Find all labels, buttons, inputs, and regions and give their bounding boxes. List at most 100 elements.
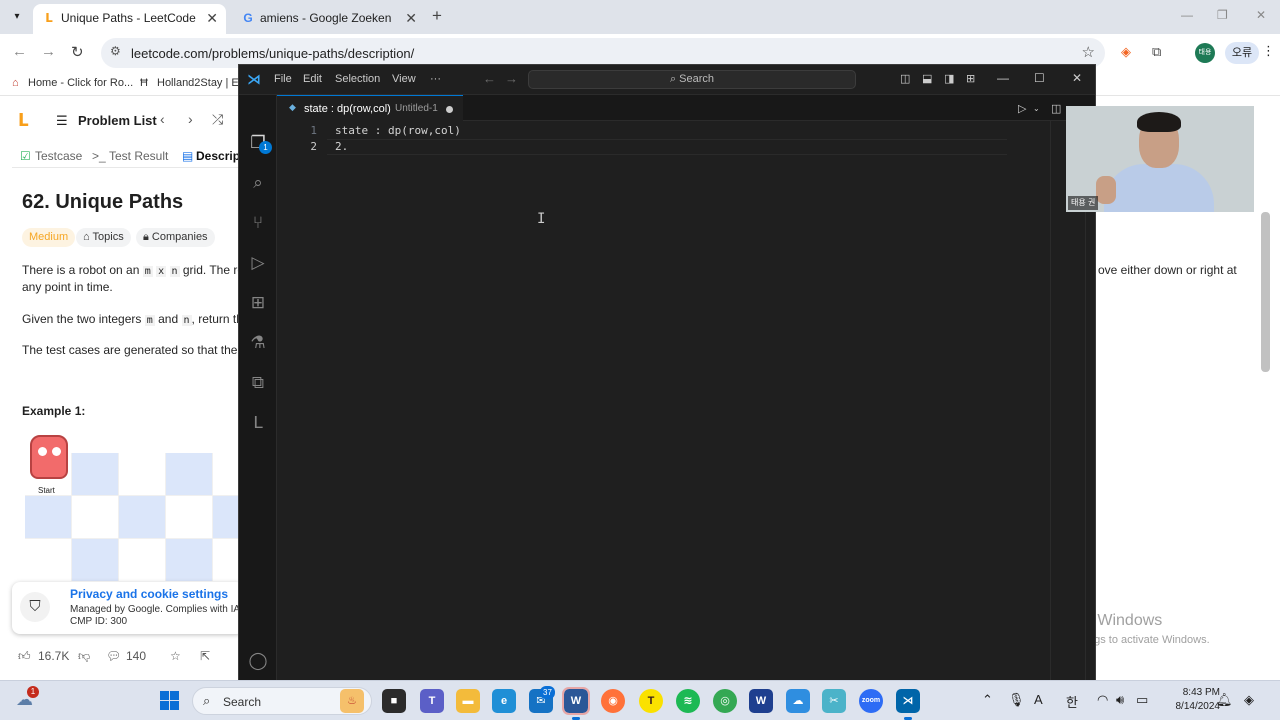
testing-icon[interactable]: ⚗ [246, 331, 270, 355]
spotify-icon[interactable]: ≋ [676, 689, 700, 713]
edge-icon[interactable]: e [492, 689, 516, 713]
ime-mode[interactable]: A [1034, 692, 1043, 707]
vscode-close-icon[interactable]: ✕ [1072, 71, 1082, 85]
snipping-tool-icon[interactable]: ✂ [822, 689, 846, 713]
volume-icon[interactable]: 🔊︎ [1116, 692, 1124, 708]
editor-tab-untitled[interactable]: ◆ state : dp(row,col) Untitled-1 [277, 95, 463, 121]
leetcode-logo-icon[interactable]: ᒪ [18, 111, 29, 131]
command-center-search[interactable]: ⌕ Search [528, 70, 856, 89]
prev-problem-icon[interactable]: ‹ [160, 111, 165, 127]
run-code-icon[interactable]: ▷ [1018, 102, 1026, 115]
widget-app-icon[interactable]: ♨ [340, 689, 364, 713]
extensions-icon[interactable]: ⊞ [246, 291, 270, 315]
nav-forward-icon[interactable]: → [505, 71, 518, 86]
minimize-icon[interactable]: — [1181, 8, 1193, 22]
close-window-icon[interactable]: ✕ [1256, 8, 1266, 22]
tray-overflow-icon[interactable]: ⌃ [982, 692, 993, 708]
shuffle-icon[interactable]: ⤮ [212, 111, 223, 128]
topics-chip[interactable]: ⌂ Topics [76, 228, 131, 247]
word-icon[interactable]: W [562, 687, 590, 720]
menu-selection[interactable]: Selection [335, 73, 380, 85]
battery-icon[interactable]: ▭ [1136, 692, 1148, 708]
chrome-icon[interactable]: ◎ [713, 689, 737, 713]
toggle-secondary-sidebar-icon[interactable]: ◨ [944, 72, 954, 85]
split-editor-icon[interactable]: ◫ [1051, 102, 1061, 115]
account-icon[interactable]: ◯ [246, 649, 270, 673]
microphone-icon[interactable]: 🎙︎ [1008, 692, 1025, 708]
vscode-taskbar-icon[interactable]: ⋊ [896, 689, 920, 720]
forward-icon[interactable]: → [41, 43, 56, 60]
like-icon[interactable]: 👍︎ [18, 649, 31, 664]
dislike-icon[interactable]: 👎︎ [78, 649, 90, 664]
toggle-sidebar-icon[interactable]: ◫ [900, 72, 910, 85]
source-control-icon[interactable]: ⑂ [246, 211, 270, 235]
favorite-star-icon[interactable]: ☆ [170, 649, 181, 663]
share-icon[interactable]: ⇱ [200, 649, 210, 663]
bookmark-item[interactable]: Home - Click for Ro... [28, 77, 133, 89]
toggle-panel-icon[interactable]: ⬓ [922, 72, 932, 85]
zoom-icon[interactable]: zoom [859, 689, 883, 713]
profile-avatar[interactable]: 태용 [1195, 43, 1215, 63]
extensions-puzzle-icon[interactable]: ⧉ [1152, 44, 1161, 60]
bookmark-item[interactable]: Holland2Stay | Eve [157, 77, 250, 89]
page-scrollbar[interactable] [1261, 212, 1270, 372]
firefox-icon[interactable]: ◉ [601, 689, 625, 713]
menu-more[interactable]: ··· [430, 73, 441, 85]
browser-menu-icon[interactable]: ⋮ [1262, 43, 1275, 59]
difficulty-badge: Medium [22, 228, 76, 247]
taskbar-clock[interactable]: 8:43 PM 8/14/2024 [1156, 686, 1221, 714]
file-explorer-icon[interactable]: ▬ [456, 689, 480, 713]
unsaved-dot-icon[interactable] [446, 106, 453, 113]
menu-edit[interactable]: Edit [303, 73, 322, 85]
leetcode-extension-icon[interactable]: ᒪ [246, 411, 270, 435]
tab-google[interactable]: G amiens - Google Zoeken ✕ [232, 4, 425, 34]
run-debug-icon[interactable]: ▷ [246, 251, 270, 275]
nav-back-icon[interactable]: ← [483, 71, 496, 86]
copilot-icon[interactable]: ◈ [1244, 692, 1254, 708]
reload-icon[interactable]: ↻ [71, 43, 84, 61]
menu-view[interactable]: View [392, 73, 416, 85]
menu-file[interactable]: File [274, 73, 292, 85]
code-editor[interactable]: 1 state : dp(row,col) 2 2. I [277, 121, 1095, 681]
site-info-icon[interactable]: ⚙ [110, 44, 121, 58]
ime-hangul[interactable]: 한 [1066, 692, 1078, 711]
tab-close-icon[interactable]: ✕ [206, 4, 218, 32]
vscode-minimize-icon[interactable]: — [997, 71, 1009, 85]
code-line[interactable]: 2. [335, 140, 348, 153]
tab-description[interactable]: Descript [196, 149, 244, 163]
problem-list-link[interactable]: Problem List [78, 113, 157, 128]
next-problem-icon[interactable]: › [188, 111, 193, 127]
vscode-maximize-icon[interactable]: ☐ [1034, 71, 1045, 85]
run-dropdown-icon[interactable]: ⌄ [1033, 104, 1040, 113]
vscode-titlebar: ⋊ File Edit Selection View ··· ← → ⌕ Sea… [239, 65, 1095, 95]
back-icon[interactable]: ← [12, 43, 27, 60]
profile-error-pill[interactable]: 오류 [1225, 42, 1259, 64]
notifications-bell-icon[interactable]: 🔔︎ [1216, 692, 1233, 708]
tab-test-result[interactable]: Test Result [109, 149, 168, 163]
testcase-icon: ☑ [20, 149, 31, 163]
tab-search-icon[interactable]: ▾ [7, 8, 27, 26]
desktop-app-icon[interactable]: ■ [382, 689, 406, 713]
onedrive-icon[interactable]: ☁ [786, 689, 810, 713]
code-line[interactable]: state : dp(row,col) [335, 124, 461, 137]
start-button[interactable] [160, 691, 179, 710]
tab-close-icon[interactable]: ✕ [405, 4, 417, 32]
customize-layout-icon[interactable]: ⊞ [966, 72, 975, 85]
bookmark-star-icon[interactable]: ☆ [1082, 43, 1095, 61]
kakaotalk-icon[interactable]: T [639, 689, 663, 713]
cookie-title[interactable]: Privacy and cookie settings [70, 587, 228, 601]
tab-leetcode[interactable]: ᒪ Unique Paths - LeetCode ✕ [33, 4, 226, 34]
new-tab-button[interactable]: + [432, 6, 442, 26]
comment-icon[interactable]: 💬︎ [106, 649, 121, 663]
tab-testcase[interactable]: Testcase [35, 149, 82, 163]
companies-chip[interactable]: 🔒︎ Companies [136, 228, 215, 247]
restore-icon[interactable]: ❐ [1217, 8, 1228, 22]
minimap[interactable] [1050, 121, 1051, 681]
search-icon[interactable]: ⌕ [246, 171, 270, 195]
remote-explorer-icon[interactable]: ⧉ [246, 371, 270, 395]
teams-icon[interactable]: T [420, 689, 444, 713]
extension-icon[interactable]: ◈ [1121, 44, 1131, 60]
notion-like-app-icon[interactable]: W [749, 689, 773, 713]
wifi-icon[interactable]: ◠ [1097, 692, 1108, 708]
cookie-settings-popup[interactable]: ⛉ Privacy and cookie settings Managed by… [12, 582, 244, 634]
